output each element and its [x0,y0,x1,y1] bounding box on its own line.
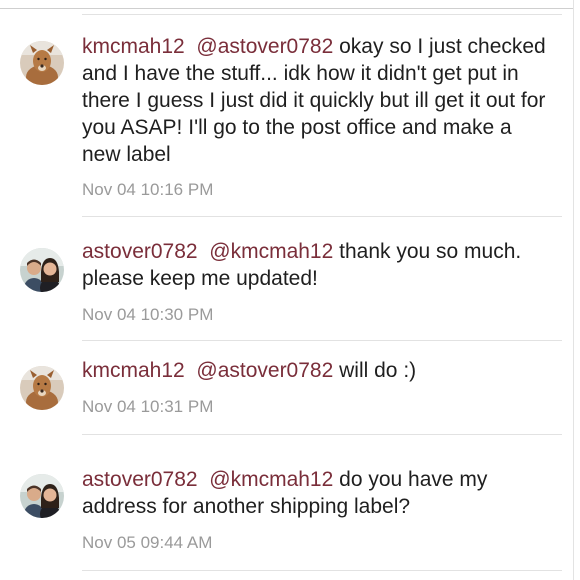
mention-link[interactable]: @kmcmah12 [209,240,333,263]
comment-item: astover0782 @kmcmah12 thank you so much.… [0,216,574,340]
mention-link[interactable]: @astover0782 [196,35,333,58]
comment-item: kmcmah12 @astover0782 okay so I just che… [0,14,574,216]
mention-link[interactable]: @kmcmah12 [209,468,333,491]
timestamp: Nov 05 09:44 AM [82,533,213,552]
comment-body: astover0782 @kmcmah12 thank you so much.… [82,238,552,325]
username-link[interactable]: astover0782 [82,240,198,263]
couple-avatar-icon[interactable] [20,248,64,292]
timestamp: Nov 04 10:31 PM [82,397,214,416]
comment-body: kmcmah12 @astover0782 okay so I just che… [82,33,552,200]
username-link[interactable]: kmcmah12 [82,359,185,382]
scrollbar-track[interactable] [573,0,580,580]
top-divider [0,0,580,9]
username-link[interactable]: astover0782 [82,468,198,491]
dog-avatar-icon[interactable] [20,41,64,85]
comment-item: kmcmah12 @astover0782 will do :) Nov 04 … [0,340,574,434]
dog-avatar-icon[interactable] [20,366,64,410]
comment-text: astover0782 @kmcmah12 thank you so much.… [82,238,552,292]
comment-text: kmcmah12 @astover0782 will do :) [82,357,552,384]
comment-message: will do :) [339,359,417,382]
timestamp: Nov 04 10:30 PM [82,305,214,324]
comment-body: kmcmah12 @astover0782 will do :) Nov 04 … [82,357,552,417]
mention-link[interactable]: @astover0782 [196,359,333,382]
comments-thread: kmcmah12 @astover0782 okay so I just che… [0,0,580,580]
timestamp: Nov 04 10:16 PM [82,180,214,199]
divider [82,570,562,571]
comment-item: astover0782 @kmcmah12 do you have my add… [0,434,574,570]
username-link[interactable]: kmcmah12 [82,35,185,58]
couple-avatar-icon[interactable] [20,474,64,518]
comment-text: astover0782 @kmcmah12 do you have my add… [82,466,552,520]
comment-body: astover0782 @kmcmah12 do you have my add… [82,466,552,553]
comment-text: kmcmah12 @astover0782 okay so I just che… [82,33,552,168]
